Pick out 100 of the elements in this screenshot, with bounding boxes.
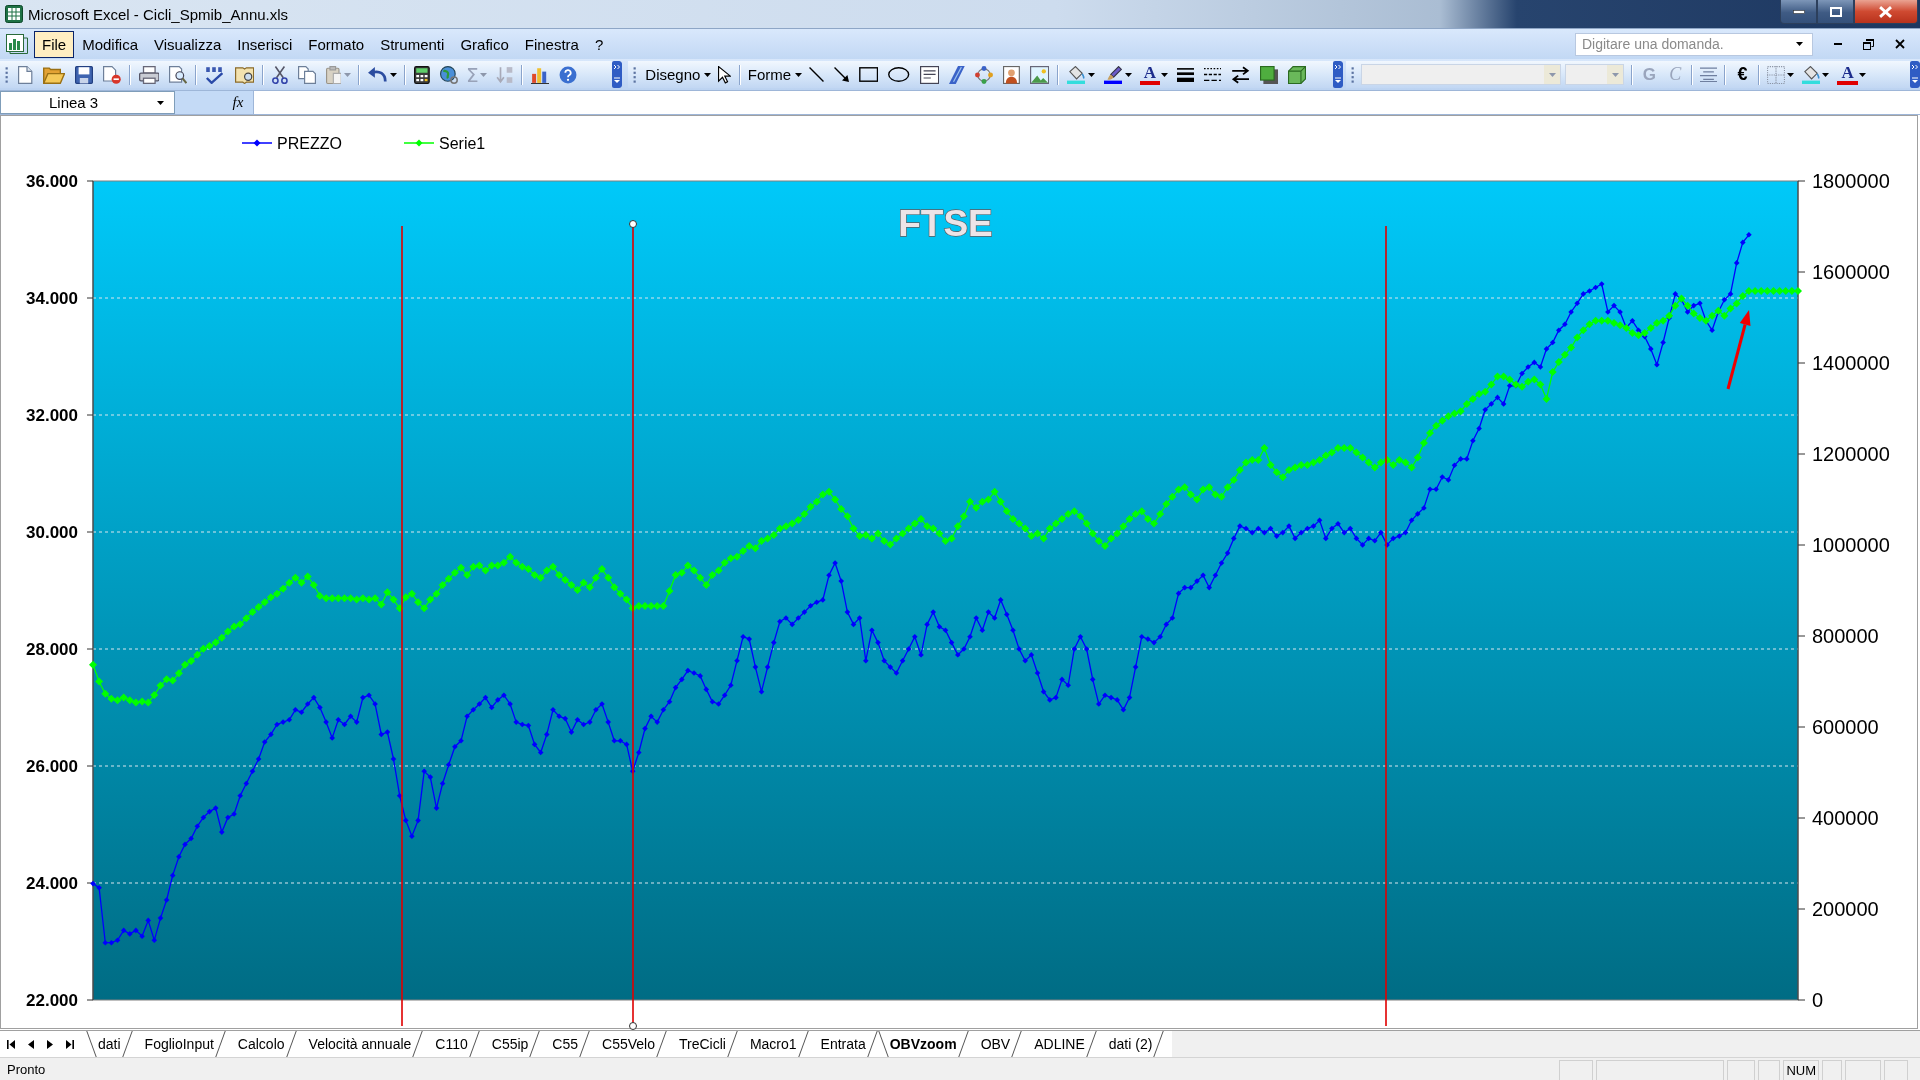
caret-icon[interactable] bbox=[1087, 72, 1095, 77]
restricted-page-icon[interactable] bbox=[102, 65, 121, 84]
sheet-tab[interactable]: OBVzoom bbox=[877, 1031, 969, 1057]
caret-icon[interactable] bbox=[1822, 72, 1830, 77]
insert-function-button[interactable]: fx bbox=[229, 91, 247, 114]
secondary-axis-label: 1600000 bbox=[1812, 261, 1890, 283]
menu-item[interactable]: Formato bbox=[300, 30, 373, 58]
secondary-axis-label: 800000 bbox=[1812, 625, 1879, 647]
book-icon[interactable] bbox=[234, 65, 254, 84]
close-icon[interactable] bbox=[1895, 39, 1905, 49]
scissors-icon[interactable] bbox=[271, 65, 288, 84]
legend-line-icon bbox=[241, 139, 273, 147]
caret-icon[interactable] bbox=[1161, 72, 1169, 77]
text-box-icon[interactable] bbox=[919, 65, 939, 84]
next-icon[interactable] bbox=[47, 1039, 53, 1049]
arrow-style-icon[interactable] bbox=[1231, 65, 1251, 84]
caret-icon[interactable] bbox=[704, 72, 712, 77]
close-button[interactable] bbox=[1854, 0, 1918, 24]
euro-button[interactable]: € bbox=[1729, 64, 1756, 85]
window-title: Microsoft Excel - Cicli_Spmib_Annu.xls bbox=[28, 5, 289, 23]
menu-item[interactable]: Grafico bbox=[452, 30, 517, 58]
oval-icon[interactable] bbox=[888, 67, 910, 82]
grip-icon[interactable] bbox=[5, 64, 9, 85]
picture-icon[interactable] bbox=[1029, 65, 1049, 84]
blank-page-icon[interactable] bbox=[18, 65, 33, 84]
caret-icon[interactable] bbox=[1124, 72, 1132, 77]
help-icon[interactable] bbox=[558, 65, 577, 84]
minimize-button[interactable] bbox=[1780, 0, 1817, 24]
printer-icon[interactable] bbox=[138, 65, 160, 84]
caret-icon[interactable] bbox=[795, 72, 803, 77]
grip-icon[interactable] bbox=[1351, 64, 1355, 85]
undo-icon[interactable] bbox=[368, 67, 388, 82]
secondary-axis-label: 1200000 bbox=[1812, 443, 1890, 465]
clipboard-icon[interactable] bbox=[325, 65, 342, 84]
annotation-arrow[interactable] bbox=[1726, 310, 1751, 390]
y-axis-label: 36.000 bbox=[26, 172, 78, 191]
toolbar-options-icon[interactable] bbox=[1333, 61, 1343, 88]
grip-icon[interactable] bbox=[633, 64, 637, 85]
caret-icon[interactable] bbox=[1796, 42, 1803, 46]
line-style-icon[interactable] bbox=[1177, 67, 1195, 82]
shadow-icon[interactable] bbox=[1260, 65, 1279, 84]
secondary-axis-label: 600000 bbox=[1812, 716, 1879, 738]
portrait-icon[interactable] bbox=[1002, 65, 1020, 84]
toolbar-options-icon[interactable] bbox=[612, 61, 622, 88]
copy-icon[interactable] bbox=[297, 65, 316, 84]
question-field[interactable]: Digitare una domanda. bbox=[1575, 32, 1813, 56]
selection-handle-icon[interactable] bbox=[629, 1022, 637, 1030]
line-icon[interactable] bbox=[809, 67, 825, 82]
legend-label: Serie1 bbox=[439, 135, 486, 152]
font-color-button[interactable]: A bbox=[1837, 64, 1858, 85]
ring-diagram-icon[interactable] bbox=[974, 65, 993, 84]
menu-item[interactable]: Inserisci bbox=[229, 30, 301, 58]
menu-item[interactable]: ? bbox=[586, 30, 612, 58]
menu-item[interactable]: Visualizza bbox=[146, 30, 230, 58]
cube-icon[interactable] bbox=[1288, 65, 1307, 84]
rectangle-icon[interactable] bbox=[859, 67, 879, 82]
secondary-axis-label: 1800000 bbox=[1812, 170, 1890, 192]
pointer-icon[interactable] bbox=[718, 65, 731, 84]
slanted-shape-icon[interactable] bbox=[948, 65, 965, 84]
y-axis-label: 22.000 bbox=[26, 991, 78, 1010]
paintbrush-icon[interactable] bbox=[1103, 65, 1122, 84]
menu-item[interactable]: Finestra bbox=[516, 30, 587, 58]
chart-window-icon[interactable] bbox=[6, 34, 28, 54]
menu-item[interactable]: Strumenti bbox=[372, 30, 453, 58]
toolbar-menu-button[interactable]: Forme bbox=[743, 66, 805, 83]
name-box[interactable]: Linea 3 bbox=[0, 91, 175, 114]
chart-title: FTSE bbox=[898, 203, 993, 244]
spell-check-icon[interactable] bbox=[205, 65, 225, 84]
y-axis-label: 30.000 bbox=[26, 523, 78, 542]
previous-icon[interactable] bbox=[28, 1039, 34, 1049]
text-lines-icon[interactable] bbox=[1700, 67, 1718, 82]
folder-icon[interactable] bbox=[42, 65, 65, 84]
caret-icon[interactable] bbox=[1858, 72, 1866, 77]
paint-bucket-icon[interactable] bbox=[1802, 65, 1821, 84]
sheet-tab[interactable]: dati bbox=[86, 1031, 133, 1057]
maximize-button[interactable] bbox=[1817, 0, 1854, 24]
print-preview-icon[interactable] bbox=[169, 65, 188, 84]
bar-chart-icon[interactable] bbox=[530, 65, 549, 84]
globe-link-icon[interactable] bbox=[440, 65, 459, 84]
restore-icon[interactable] bbox=[1863, 38, 1874, 50]
selection-handle-icon[interactable] bbox=[629, 220, 637, 228]
caret-icon[interactable] bbox=[390, 72, 398, 77]
formula-field[interactable] bbox=[253, 91, 1920, 114]
font-color-button[interactable]: A bbox=[1139, 64, 1161, 85]
caret-icon[interactable] bbox=[157, 100, 164, 105]
dash-style-icon[interactable] bbox=[1204, 67, 1222, 82]
skip-first-icon[interactable] bbox=[7, 1039, 15, 1049]
toolbar-options-icon[interactable] bbox=[1910, 61, 1920, 88]
toolbar-menu-button[interactable]: Disegno bbox=[641, 66, 714, 83]
paint-bucket-icon[interactable] bbox=[1066, 65, 1085, 84]
menu-item[interactable]: Modifica bbox=[74, 30, 147, 58]
y-axis-label: 32.000 bbox=[26, 406, 78, 425]
diagonal-arrow-icon[interactable] bbox=[834, 67, 850, 82]
close-icon bbox=[1879, 5, 1893, 18]
skip-last-icon[interactable] bbox=[66, 1039, 74, 1049]
menu-item[interactable]: File bbox=[34, 30, 75, 58]
calculator-icon[interactable] bbox=[414, 65, 431, 84]
caret-icon[interactable] bbox=[1787, 72, 1795, 77]
legend-line-icon bbox=[403, 139, 435, 147]
maximize-icon bbox=[1829, 6, 1842, 17]
